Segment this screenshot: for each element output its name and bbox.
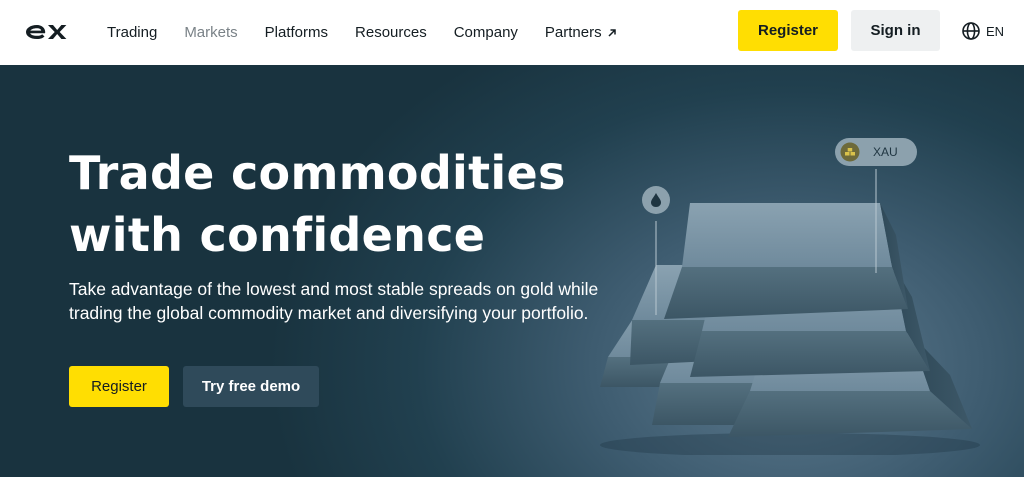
hero-subtitle-line-1: Take advantage of the lowest and most st…: [69, 279, 599, 299]
nav-company[interactable]: Company: [454, 24, 518, 41]
nav-platforms[interactable]: Platforms: [265, 24, 328, 41]
xau-badge[interactable]: XAU: [835, 138, 917, 166]
hero-title: Trade commodities with confidence: [69, 142, 629, 266]
sign-in-button[interactable]: Sign in: [851, 10, 940, 51]
main-nav: Trading Markets Platforms Resources Comp…: [107, 0, 644, 65]
nav-markets-label: Markets: [184, 24, 238, 41]
nav-company-label: Company: [453, 24, 518, 41]
gold-bars-illustration: [600, 169, 980, 455]
site-header: Trading Markets Platforms Resources Comp…: [0, 0, 1024, 65]
language-selector[interactable]: EN: [961, 20, 1004, 42]
xau-label: XAU: [873, 145, 898, 159]
gold-coin-icon: [840, 142, 860, 162]
hero-title-line-2: with confidence: [69, 208, 486, 262]
nav-markets[interactable]: Markets: [184, 24, 237, 41]
arrow-up-right-icon: [608, 28, 616, 37]
hero-subtitle: Take advantage of the lowest and most st…: [69, 277, 629, 325]
exness-logo-icon[interactable]: [24, 19, 68, 45]
nav-partners[interactable]: Partners: [545, 24, 617, 41]
nav-trading[interactable]: Trading: [107, 24, 157, 41]
nav-platforms-label: Platforms: [264, 24, 329, 41]
header-register-button[interactable]: Register: [738, 10, 838, 51]
hero-subtitle-line-2: trading the global commodity market and …: [69, 303, 589, 323]
nav-resources-label: Resources: [355, 24, 427, 41]
nav-resources[interactable]: Resources: [355, 24, 427, 41]
hero-register-button[interactable]: Register: [69, 366, 169, 407]
nav-partners-label: Partners: [544, 24, 602, 41]
language-label: EN: [986, 23, 1005, 39]
try-free-demo-button[interactable]: Try free demo: [183, 366, 319, 407]
globe-icon: [962, 22, 980, 40]
oil-badge[interactable]: [642, 186, 670, 214]
hero-title-line-1: Trade commodities: [69, 146, 566, 200]
oil-drop-icon: [651, 193, 661, 207]
hero-section: Trade commodities with confidence Take a…: [0, 65, 1024, 477]
nav-trading-label: Trading: [107, 24, 158, 41]
